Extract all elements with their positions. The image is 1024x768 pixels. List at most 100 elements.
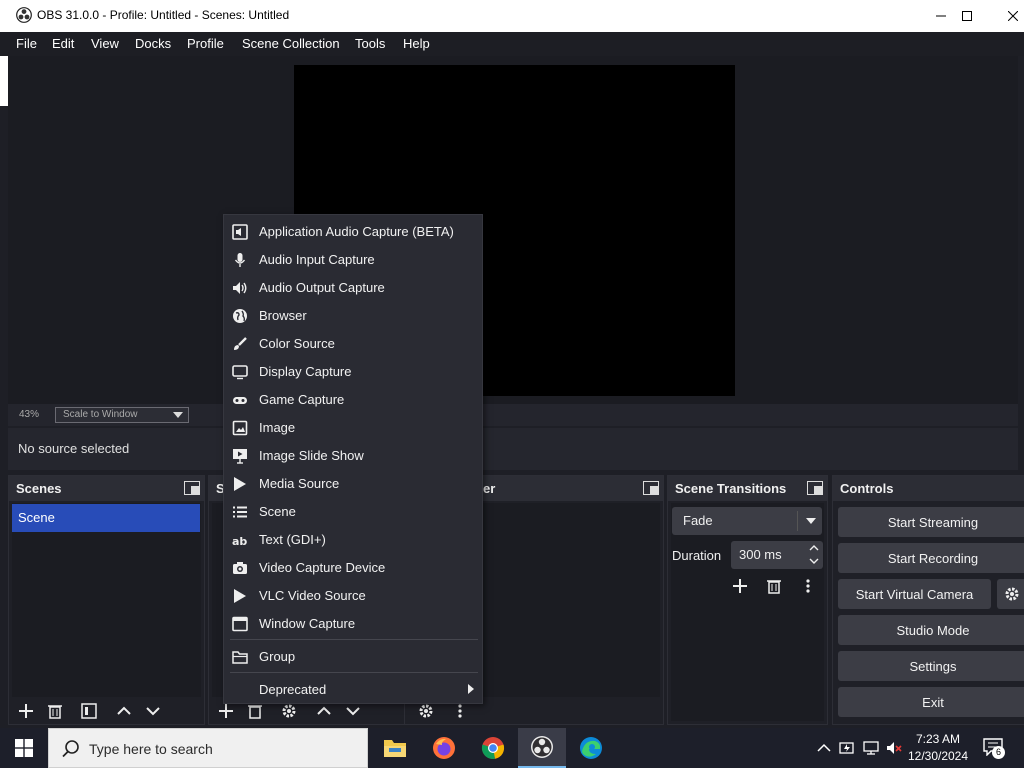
- duration-spinbox[interactable]: 300 ms: [731, 541, 823, 569]
- menu-item-audio-input-capture[interactable]: Audio Input Capture: [224, 245, 482, 273]
- move-scene-up-button[interactable]: [113, 700, 135, 722]
- add-source-menu: Application Audio Capture (BETA) Audio I…: [223, 214, 483, 704]
- menu-item-text-gdi[interactable]: ab Text (GDI+): [224, 525, 482, 553]
- start-virtual-camera-button[interactable]: Start Virtual Camera: [838, 579, 991, 609]
- network-icon[interactable]: [863, 740, 879, 756]
- menu-item-label: Scene: [259, 504, 296, 519]
- play-icon: [234, 477, 246, 491]
- add-transition-button[interactable]: [729, 575, 751, 597]
- battery-icon[interactable]: [839, 740, 855, 756]
- undock-icon[interactable]: [184, 481, 200, 495]
- start-button[interactable]: [0, 728, 48, 768]
- menu-item-label: Group: [259, 649, 296, 664]
- svg-text:ab: ab: [232, 535, 247, 548]
- clock-time[interactable]: 7:23 AM: [910, 732, 966, 746]
- menu-edit[interactable]: Edit: [52, 36, 74, 51]
- camera-icon: [233, 562, 247, 574]
- start-streaming-button[interactable]: Start Streaming: [838, 507, 1024, 537]
- menu-item-media-source[interactable]: Media Source: [224, 469, 482, 497]
- settings-button[interactable]: Settings: [838, 651, 1024, 681]
- volume-muted-icon[interactable]: [886, 740, 902, 756]
- menu-item-image-slide-show[interactable]: Image Slide Show: [224, 441, 482, 469]
- menu-item-display-capture[interactable]: Display Capture: [224, 357, 482, 385]
- menu-docks[interactable]: Docks: [135, 36, 171, 51]
- close-button[interactable]: [990, 0, 1024, 32]
- studio-mode-button[interactable]: Studio Mode: [838, 615, 1024, 645]
- chevron-down-icon: [346, 707, 360, 716]
- menu-item-audio-output-capture[interactable]: Audio Output Capture: [224, 273, 482, 301]
- undock-icon[interactable]: [807, 481, 823, 495]
- menu-item-color-source[interactable]: Color Source: [224, 329, 482, 357]
- list-icon: [233, 506, 247, 518]
- menu-item-label: Audio Input Capture: [259, 252, 375, 267]
- exit-button[interactable]: Exit: [838, 687, 1024, 717]
- spin-up-icon[interactable]: [809, 543, 819, 553]
- plus-icon: [219, 704, 233, 718]
- menu-item-label: Image: [259, 420, 296, 435]
- clock-date[interactable]: 12/30/2024: [904, 749, 972, 763]
- menu-file[interactable]: File: [16, 36, 37, 51]
- menu-profile[interactable]: Profile: [187, 36, 224, 51]
- remove-transition-button[interactable]: [763, 575, 785, 597]
- windows-logo-icon: [15, 739, 33, 757]
- undock-icon[interactable]: [643, 481, 659, 495]
- virtual-camera-settings-button[interactable]: [997, 579, 1024, 609]
- scenes-list[interactable]: [12, 503, 201, 697]
- menu-item-scene[interactable]: Scene: [224, 497, 482, 525]
- window-title: OBS 31.0.0 - Profile: Untitled - Scenes:…: [37, 8, 290, 22]
- audio-mixer-dock-title: er: [483, 481, 496, 496]
- taskbar: Type here to search 7:23 AM 12/30/2024 6: [0, 728, 1024, 768]
- menu-scene-collection[interactable]: Scene Collection: [242, 36, 340, 51]
- taskbar-chrome[interactable]: [469, 728, 517, 768]
- menu-item-vlc-video-source[interactable]: VLC Video Source: [224, 581, 482, 609]
- menu-item-label: Window Capture: [259, 616, 356, 631]
- spin-down-icon[interactable]: [809, 556, 819, 566]
- notification-center-button[interactable]: 6: [983, 738, 1005, 759]
- transition-type-dropdown[interactable]: Fade: [672, 507, 822, 535]
- title-bar: OBS 31.0.0 - Profile: Untitled - Scenes:…: [0, 0, 1024, 32]
- maximize-icon: [962, 11, 972, 21]
- move-scene-down-button[interactable]: [142, 700, 164, 722]
- menu-item-label: VLC Video Source: [259, 588, 366, 603]
- menu-item-video-capture-device[interactable]: Video Capture Device: [224, 553, 482, 581]
- notification-count-badge: 6: [992, 746, 1005, 759]
- show-hidden-icons-icon[interactable]: [816, 740, 832, 756]
- start-recording-button[interactable]: Start Recording: [838, 543, 1024, 573]
- menu-separator: [230, 639, 478, 640]
- firefox-icon: [433, 737, 455, 759]
- scene-filters-button[interactable]: [78, 700, 100, 722]
- taskbar-firefox[interactable]: [420, 728, 468, 768]
- menu-item-image[interactable]: Image: [224, 413, 482, 441]
- menu-help[interactable]: Help: [403, 36, 430, 51]
- close-icon: [1008, 11, 1018, 21]
- scene-list-item[interactable]: Scene: [12, 504, 200, 532]
- search-placeholder: Type here to search: [89, 741, 213, 757]
- scale-mode-dropdown[interactable]: Scale to Window: [55, 407, 189, 423]
- scenes-dock-title: Scenes: [16, 481, 62, 496]
- menu-view[interactable]: View: [91, 36, 119, 51]
- taskbar-file-explorer[interactable]: [371, 728, 419, 768]
- taskbar-search-input[interactable]: Type here to search: [48, 728, 368, 768]
- menu-item-game-capture[interactable]: Game Capture: [224, 385, 482, 413]
- menu-tools[interactable]: Tools: [355, 36, 385, 51]
- remove-scene-button[interactable]: [44, 700, 66, 722]
- taskbar-edge[interactable]: [567, 728, 615, 768]
- chevron-down-icon: [806, 518, 816, 524]
- controls-dock-title: Controls: [840, 481, 894, 496]
- maximize-button[interactable]: [944, 0, 990, 32]
- menu-item-label: Media Source: [259, 476, 340, 491]
- taskbar-obs[interactable]: [518, 728, 566, 768]
- menu-item-group[interactable]: Group: [224, 642, 482, 670]
- app-audio-icon: [232, 224, 248, 240]
- gear-icon: [282, 704, 296, 718]
- chevron-up-icon: [117, 706, 131, 715]
- menu-item-browser[interactable]: Browser: [224, 301, 482, 329]
- menu-item-window-capture[interactable]: Window Capture: [224, 609, 482, 637]
- menu-item-deprecated[interactable]: Deprecated: [224, 675, 482, 703]
- transition-menu-button[interactable]: [797, 575, 819, 597]
- add-scene-button[interactable]: [15, 700, 37, 722]
- globe-icon: [233, 309, 247, 323]
- chevron-down-icon: [173, 412, 183, 418]
- menu-item-application-audio-capture[interactable]: Application Audio Capture (BETA): [224, 217, 482, 245]
- menu-item-label: Video Capture Device: [259, 560, 386, 575]
